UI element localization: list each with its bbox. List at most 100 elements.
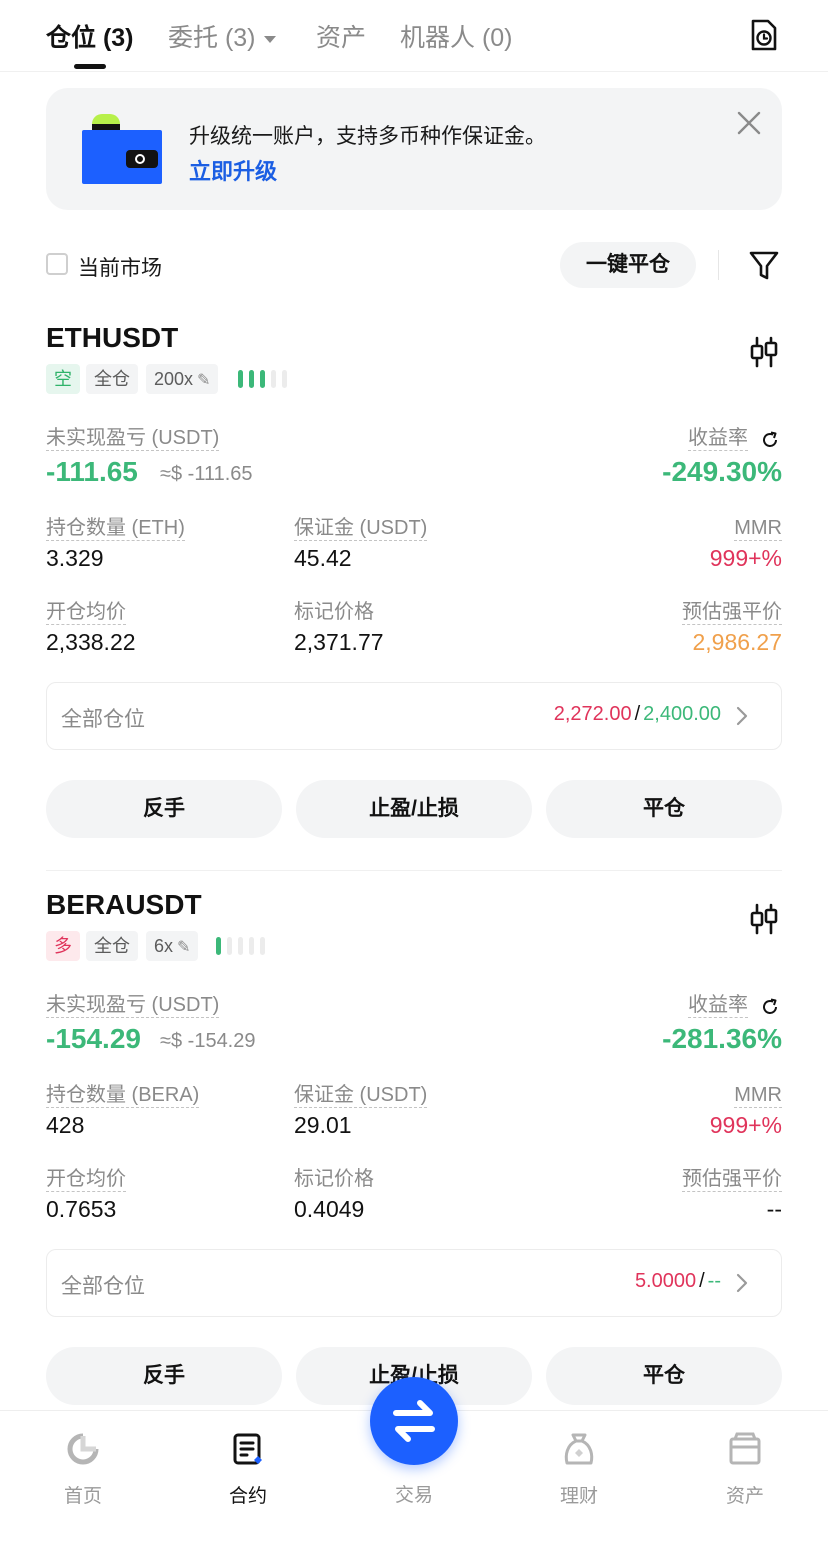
unrealized-pnl-label[interactable]: 未实现盈亏 (USDT) <box>46 993 220 1018</box>
liq-price-value: 2,986.27 <box>692 629 782 655</box>
home-icon <box>67 1433 99 1465</box>
reverse-button[interactable]: 反手 <box>46 1347 282 1405</box>
chevron-right-icon <box>736 706 748 726</box>
position-qty-value: 3.329 <box>46 545 104 571</box>
filter-icon[interactable] <box>748 248 780 282</box>
position-card: ETHUSDT 空 全仓 200x ✎ 未实现盈亏 (USDT) -111.65 … <box>0 322 828 882</box>
margin-mode-tag: 全仓 <box>86 931 138 961</box>
mark-price-label: 标记价格 <box>294 1168 374 1190</box>
all-positions-tpsl-row[interactable]: 全部仓位 2,272.00/2,400.00 <box>46 682 782 750</box>
nav-contract[interactable]: 合约 <box>198 1431 298 1508</box>
nav-earn[interactable]: 理财 <box>529 1431 629 1508</box>
side-tag: 空 <box>46 364 80 394</box>
entry-price-label[interactable]: 开仓均价 <box>46 600 126 625</box>
risk-bar <box>238 937 243 955</box>
tab-orders-label: 委托 (3) <box>168 24 256 52</box>
order-history-icon[interactable] <box>748 18 780 52</box>
upgrade-banner: 升级统一账户，支持多币种作保证金。 立即升级 <box>46 88 782 210</box>
entry-price-label[interactable]: 开仓均价 <box>46 1167 126 1192</box>
tab-bots[interactable]: 机器人 (0) <box>400 18 513 54</box>
margin-value: 29.01 <box>294 1112 352 1138</box>
wallet-illustration-icon <box>82 114 162 184</box>
nav-earn-label: 理财 <box>559 1486 598 1507</box>
nav-home[interactable]: 首页 <box>33 1431 133 1508</box>
risk-bar <box>260 937 265 955</box>
leverage-tag[interactable]: 200x ✎ <box>146 364 219 394</box>
current-market-label[interactable]: 当前市场 <box>78 252 162 282</box>
edit-icon: ✎ <box>177 939 191 956</box>
stop-loss-value: 2,400.00 <box>643 703 721 725</box>
tpsl-values: 5.0000/-- <box>634 1270 721 1292</box>
nav-home-label: 首页 <box>63 1486 102 1507</box>
leverage-value: 6x <box>154 936 174 956</box>
all-positions-tpsl-row[interactable]: 全部仓位 5.0000/-- <box>46 1249 782 1317</box>
take-profit-value: 5.0000 <box>634 1270 697 1292</box>
unrealized-pnl-label[interactable]: 未实现盈亏 (USDT) <box>46 426 220 451</box>
side-tag: 多 <box>46 931 80 961</box>
tab-assets[interactable]: 资产 <box>316 18 366 54</box>
nav-assets-label: 资产 <box>725 1486 764 1507</box>
unrealized-pnl-usd: ≈$ -154.29 <box>160 1030 256 1052</box>
position-qty-label[interactable]: 持仓数量 (BERA) <box>46 1083 200 1108</box>
mmr-label[interactable]: MMR <box>734 1083 782 1108</box>
roe-label[interactable]: 收益率 <box>688 426 748 451</box>
tab-orders[interactable]: 委托 (3) <box>168 18 276 54</box>
current-market-checkbox[interactable] <box>46 253 68 275</box>
refresh-icon[interactable] <box>760 997 780 1017</box>
entry-price-value: 2,338.22 <box>46 629 136 655</box>
unrealized-pnl-usd: ≈$ -111.65 <box>160 463 253 485</box>
risk-bar <box>216 937 221 955</box>
all-positions-label: 全部仓位 <box>61 1275 145 1298</box>
risk-bar <box>238 370 243 388</box>
nav-assets[interactable]: 资产 <box>695 1431 795 1508</box>
divider <box>718 250 719 280</box>
mark-price-label: 标记价格 <box>294 601 374 623</box>
chevron-down-icon <box>263 35 276 43</box>
mark-price-value: 0.4049 <box>294 1196 365 1222</box>
leverage-tag[interactable]: 6x ✎ <box>146 931 199 961</box>
position-symbol[interactable]: ETHUSDT <box>46 322 178 354</box>
take-profit-value: 2,272.00 <box>553 703 632 725</box>
reverse-button[interactable]: 反手 <box>46 780 282 838</box>
trade-button[interactable] <box>370 1377 458 1465</box>
close-position-button[interactable]: 平仓 <box>546 1347 782 1405</box>
roe-value: -281.36% <box>662 1023 782 1054</box>
margin-label[interactable]: 保证金 (USDT) <box>294 516 428 541</box>
position-symbol[interactable]: BERAUSDT <box>46 889 202 921</box>
close-all-button[interactable]: 一键平仓 <box>560 242 696 288</box>
close-position-button[interactable]: 平仓 <box>546 780 782 838</box>
close-icon[interactable] <box>736 110 762 136</box>
tab-positions[interactable]: 仓位 (3) <box>46 18 134 54</box>
mmr-label[interactable]: MMR <box>734 516 782 541</box>
roe-value: -249.30% <box>662 456 782 487</box>
position-card: BERAUSDT 多 全仓 6x ✎ 未实现盈亏 (USDT) -154.29 ≈… <box>0 889 828 1449</box>
margin-label[interactable]: 保证金 (USDT) <box>294 1083 428 1108</box>
risk-bar <box>249 370 254 388</box>
liq-price-label[interactable]: 预估强平价 <box>682 600 782 625</box>
entry-price-value: 0.7653 <box>46 1196 117 1222</box>
candlestick-chart-icon[interactable] <box>748 901 780 937</box>
nav-contract-label: 合约 <box>228 1486 267 1507</box>
all-positions-label: 全部仓位 <box>61 708 145 731</box>
candlestick-chart-icon[interactable] <box>748 334 780 370</box>
nav-trade-label[interactable]: 交易 <box>364 1480 464 1507</box>
top-tab-bar: 仓位 (3) 委托 (3) 资产 机器人 (0) <box>0 0 828 72</box>
margin-mode-tag: 全仓 <box>86 364 138 394</box>
unrealized-pnl-value: -111.65 <box>46 456 138 487</box>
risk-bar <box>249 937 254 955</box>
banner-message: 升级统一账户，支持多币种作保证金。 <box>189 125 546 148</box>
mmr-value: 999+% <box>709 1112 782 1138</box>
active-tab-indicator <box>74 64 106 69</box>
unrealized-pnl-value: -154.29 <box>46 1023 141 1054</box>
refresh-icon[interactable] <box>760 430 780 450</box>
upgrade-now-link[interactable]: 立即升级 <box>189 154 277 186</box>
leverage-value: 200x <box>154 369 194 389</box>
mark-price-value: 2,371.77 <box>294 629 384 655</box>
liq-price-value: -- <box>766 1196 782 1222</box>
liq-price-label[interactable]: 预估强平价 <box>682 1167 782 1192</box>
tpsl-button[interactable]: 止盈/止损 <box>296 780 532 838</box>
edit-icon: ✎ <box>197 372 211 389</box>
position-qty-label[interactable]: 持仓数量 (ETH) <box>46 516 185 541</box>
position-qty-value: 428 <box>46 1112 85 1138</box>
roe-label[interactable]: 收益率 <box>688 993 748 1018</box>
